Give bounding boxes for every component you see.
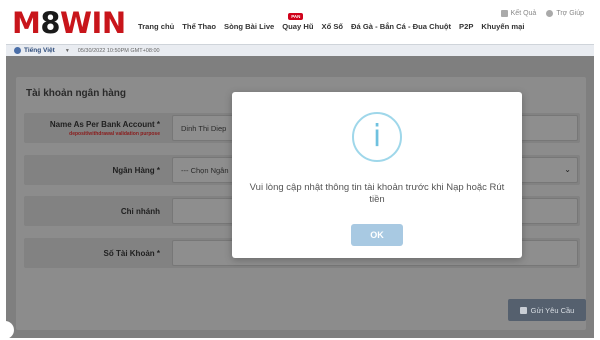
account-name-value: Dinh Thi Diep — [181, 123, 227, 133]
bank-select-value: --- Chọn Ngân — [181, 165, 229, 175]
bank-label: Ngân Hàng * — [24, 155, 170, 185]
nav-item-lottery[interactable]: Xổ Số — [318, 22, 348, 31]
nav-item-home[interactable]: Trang chủ — [134, 22, 178, 31]
nav-item-live-casino[interactable]: Sòng Bài Live — [220, 22, 278, 31]
save-icon — [519, 306, 527, 314]
nav-item-cockfight-fishing-racing[interactable]: Đá Gà - Bắn Cá - Đua Chuột — [347, 22, 455, 31]
modal-message: Vui lòng cập nhật thông tin tài khoản tr… — [249, 182, 505, 205]
nav-item-slots[interactable]: PAN Quay Hũ — [278, 13, 317, 31]
pan-badge: PAN — [288, 13, 304, 20]
nav-item-promotions[interactable]: Khuyến mại — [477, 22, 528, 31]
account-number-label-text: Số Tài Khoản * — [103, 248, 160, 258]
bank-label-text: Ngân Hàng * — [112, 165, 160, 175]
help-link[interactable]: Trợ Giúp — [546, 10, 584, 17]
main-nav: Trang chủ Thể Thao Sòng Bài Live PAN Qua… — [134, 13, 528, 31]
submit-request-label: Gửi Yêu Cầu — [530, 305, 575, 315]
results-link[interactable]: Kết Quả — [500, 10, 537, 17]
branch-label: Chi nhánh — [24, 196, 170, 226]
ok-button[interactable]: OK — [351, 224, 403, 246]
language-selector[interactable]: Tiếng Việt — [24, 47, 55, 54]
help-link-label: Trợ Giúp — [556, 10, 584, 17]
chart-icon — [500, 10, 508, 17]
branch-label-text: Chi nhánh — [120, 206, 160, 216]
logo-8: 8 — [40, 6, 61, 40]
info-modal: i Vui lòng cập nhật thông tin tài khoản … — [232, 92, 522, 258]
account-name-label-text: Name As Per Bank Account * — [49, 119, 160, 129]
account-name-hint: deposit/withdrawal validation purpose — [69, 130, 160, 137]
logo-m: M — [12, 6, 41, 40]
logo-win: WIN — [60, 6, 126, 40]
nav-item-sports[interactable]: Thể Thao — [178, 22, 220, 31]
m8win-logo[interactable]: M8WIN — [12, 6, 126, 40]
nav-item-slots-label: Quay Hũ — [282, 22, 314, 31]
globe-icon — [14, 47, 21, 54]
chevron-down-icon[interactable]: ▼ — [65, 48, 70, 54]
results-link-label: Kết Quả — [510, 10, 537, 17]
server-datetime: 05/30/2022 10:50PM GMT+08:00 — [77, 47, 160, 54]
nav-item-p2p[interactable]: P2P — [455, 22, 477, 31]
account-number-label: Số Tài Khoản * — [24, 238, 170, 268]
sub-bar: Tiếng Việt ▼ 05/30/2022 10:50PM GMT+08:0… — [6, 44, 594, 56]
help-icon — [546, 10, 554, 17]
info-icon: i — [352, 112, 402, 162]
form-title: Tài khoản ngân hàng — [26, 88, 127, 99]
submit-request-button[interactable]: Gửi Yêu Cầu — [508, 299, 586, 321]
chevron-down-icon: ⌄ — [564, 165, 571, 174]
account-name-label: Name As Per Bank Account * deposit/withd… — [24, 113, 170, 143]
top-links: Kết Quả Trợ Giúp — [500, 10, 584, 17]
